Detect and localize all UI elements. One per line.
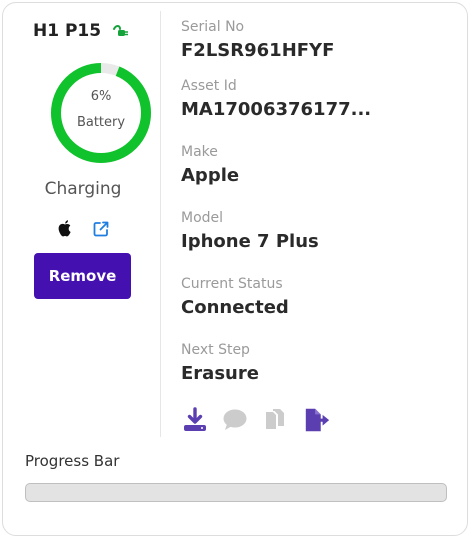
- field-value: Connected: [181, 297, 289, 318]
- field-make: Make Apple: [181, 143, 461, 187]
- field-next-step: Next Step Erasure: [181, 341, 461, 385]
- field-value: Apple: [181, 165, 240, 186]
- field-asset-id: Asset Id MA17006376177...: [181, 77, 461, 121]
- battery-gauge: 6% Battery: [47, 59, 155, 167]
- external-link-icon[interactable]: [92, 220, 110, 238]
- field-current-status: Current Status Connected: [181, 275, 461, 319]
- column-divider: [160, 11, 161, 437]
- device-title: H1 P15: [33, 21, 102, 41]
- battery-label: Battery: [76, 115, 126, 130]
- field-value: MA17006376177...: [181, 99, 372, 120]
- apple-icon: [56, 219, 74, 239]
- battery-level-arc: [51, 63, 151, 163]
- field-value: Iphone 7 Plus: [181, 231, 319, 252]
- field-label: Serial No: [181, 19, 245, 35]
- file-export-icon[interactable]: [303, 405, 331, 435]
- field-label: Next Step: [181, 342, 250, 358]
- comment-icon[interactable]: [221, 405, 249, 435]
- device-card: H1 P15 6% Battery Charging Remove Serial…: [2, 2, 468, 536]
- download-icon[interactable]: [181, 405, 209, 435]
- device-summary-panel: H1 P15 6% Battery Charging Remove: [3, 3, 159, 439]
- battery-percent: 6%: [90, 89, 112, 104]
- progress-bar: [25, 483, 447, 502]
- field-label: Current Status: [181, 276, 283, 292]
- field-label: Asset Id: [181, 78, 237, 94]
- field-value: Erasure: [181, 363, 259, 384]
- remove-button[interactable]: Remove: [34, 253, 131, 299]
- field-model: Model Iphone 7 Plus: [181, 209, 461, 253]
- charging-status: Charging: [44, 179, 122, 199]
- field-value: F2LSR961HFYF: [181, 40, 335, 61]
- field-label: Model: [181, 210, 224, 226]
- field-serial-no: Serial No F2LSR961HFYF: [181, 18, 461, 62]
- field-label: Make: [181, 144, 218, 160]
- progress-label: Progress Bar: [25, 452, 120, 470]
- copy-icon[interactable]: [261, 405, 289, 435]
- charging-plug-icon: [111, 23, 129, 41]
